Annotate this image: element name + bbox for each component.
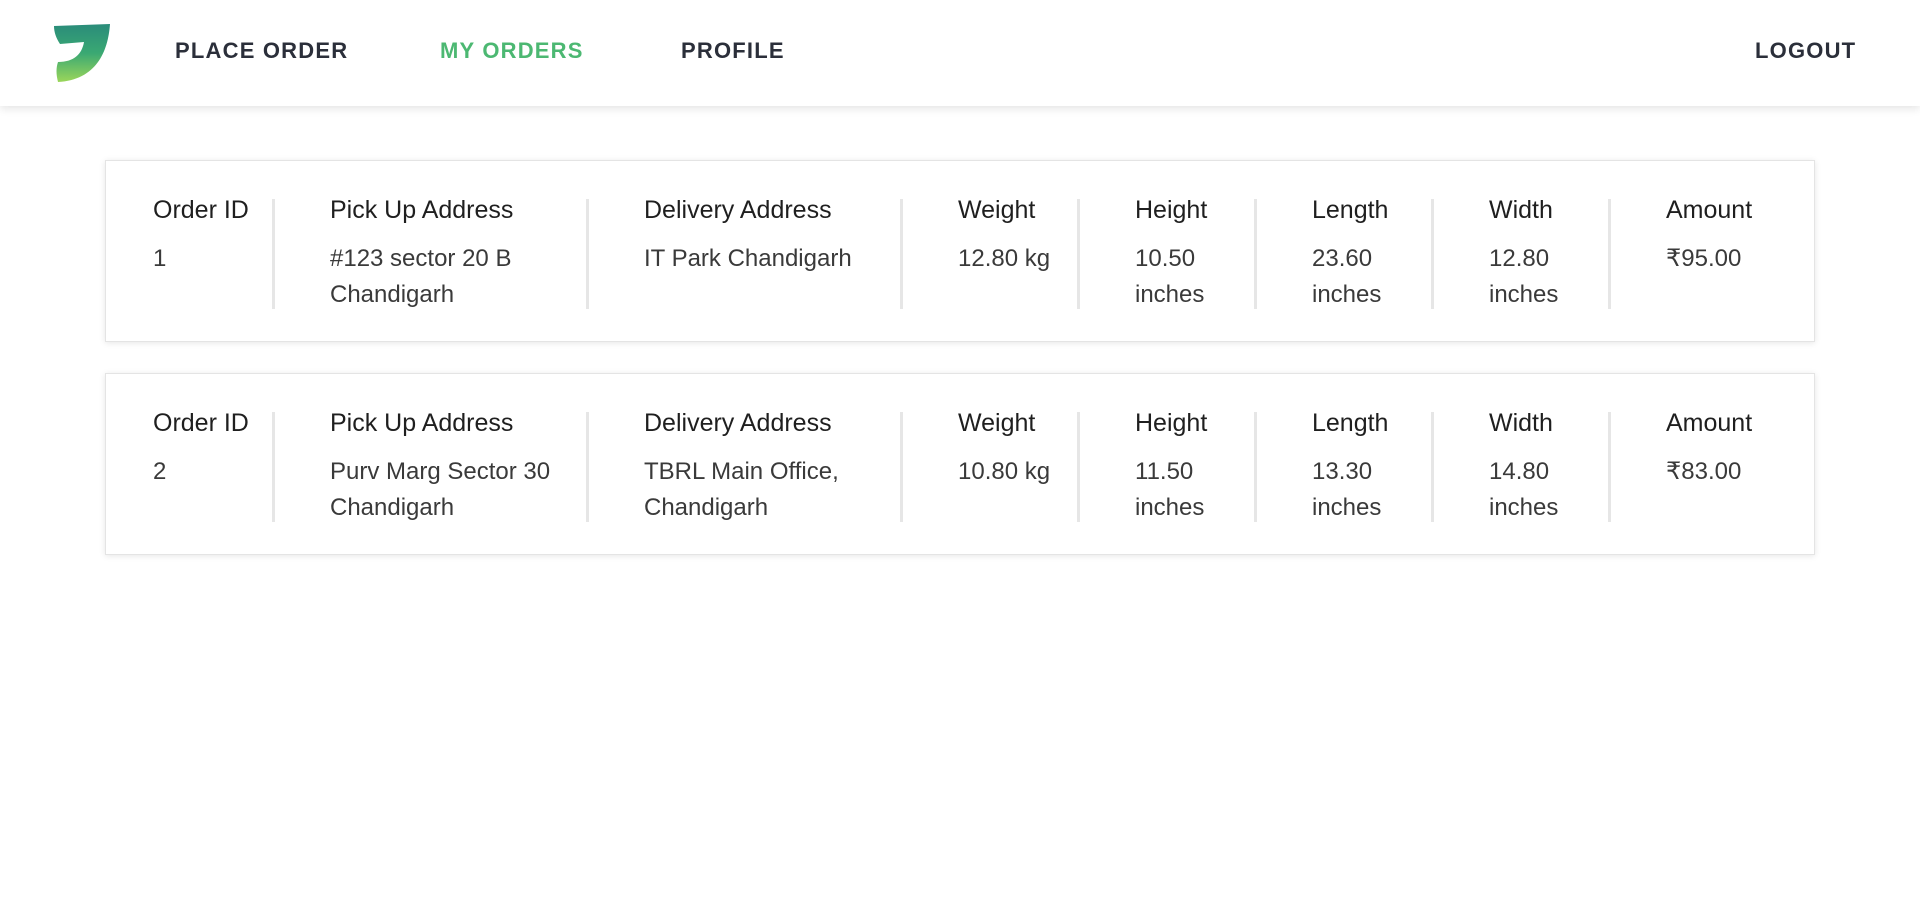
brand-logo-icon[interactable] <box>52 22 112 84</box>
height-value: 11.50 inches <box>1135 458 1205 521</box>
order-id-value: 1 <box>153 245 167 272</box>
height-header: Height <box>1135 409 1208 437</box>
nav-place-order[interactable]: PLACE ORDER <box>175 38 348 64</box>
column-divider <box>1608 412 1611 522</box>
weight-header: Weight <box>958 196 1036 224</box>
pickup-header: Pick Up Address <box>330 409 514 437</box>
column-divider <box>1431 412 1434 522</box>
delivery-header: Delivery Address <box>644 409 832 437</box>
height-column: Height 10.50 inches <box>1135 193 1255 313</box>
top-navbar: PLACE ORDER MY ORDERS PROFILE LOGOUT <box>0 0 1920 106</box>
order-card: Order ID 1 Pick Up Address #123 sector 2… <box>105 160 1815 342</box>
delivery-column: Delivery Address IT Park Chandigarh <box>644 193 894 277</box>
column-divider <box>1254 412 1257 522</box>
delivery-column: Delivery Address TBRL Main Office, Chand… <box>644 406 894 526</box>
column-divider <box>1077 412 1080 522</box>
width-header: Width <box>1489 409 1553 437</box>
delivery-value: IT Park Chandigarh <box>644 245 852 272</box>
length-value: 23.60 inches <box>1312 245 1382 308</box>
amount-column: Amount ₹95.00 <box>1666 193 1796 277</box>
column-divider <box>272 412 275 522</box>
length-header: Length <box>1312 409 1389 437</box>
height-column: Height 11.50 inches <box>1135 406 1255 526</box>
width-value: 12.80 inches <box>1489 245 1559 308</box>
pickup-column: Pick Up Address #123 sector 20 B Chandig… <box>330 193 580 313</box>
nav-profile[interactable]: PROFILE <box>681 38 785 64</box>
column-divider <box>900 199 903 309</box>
height-value: 10.50 inches <box>1135 245 1205 308</box>
delivery-header: Delivery Address <box>644 196 832 224</box>
order-id-header: Order ID <box>153 196 249 224</box>
order-id-column: Order ID 2 <box>153 406 263 490</box>
amount-value: ₹95.00 <box>1666 245 1742 272</box>
column-divider <box>900 412 903 522</box>
column-divider <box>272 199 275 309</box>
length-value: 13.30 inches <box>1312 458 1382 521</box>
amount-header: Amount <box>1666 196 1753 224</box>
column-divider <box>586 199 589 309</box>
delivery-value: TBRL Main Office, Chandigarh <box>644 458 839 521</box>
nav-my-orders[interactable]: MY ORDERS <box>440 38 584 64</box>
column-divider <box>586 412 589 522</box>
pickup-value: #123 sector 20 B Chandigarh <box>330 245 512 308</box>
width-header: Width <box>1489 196 1553 224</box>
order-id-value: 2 <box>153 458 167 485</box>
weight-column: Weight 12.80 kg <box>958 193 1088 277</box>
length-column: Length 13.30 inches <box>1312 406 1432 526</box>
width-column: Width 12.80 inches <box>1489 193 1609 313</box>
pickup-value: Purv Marg Sector 30 Chandigarh <box>330 458 551 521</box>
length-column: Length 23.60 inches <box>1312 193 1432 313</box>
length-header: Length <box>1312 196 1389 224</box>
weight-column: Weight 10.80 kg <box>958 406 1088 490</box>
pickup-column: Pick Up Address Purv Marg Sector 30 Chan… <box>330 406 580 526</box>
height-header: Height <box>1135 196 1208 224</box>
order-id-header: Order ID <box>153 409 249 437</box>
column-divider <box>1077 199 1080 309</box>
amount-column: Amount ₹83.00 <box>1666 406 1796 490</box>
width-column: Width 14.80 inches <box>1489 406 1609 526</box>
weight-header: Weight <box>958 409 1036 437</box>
weight-value: 10.80 kg <box>958 458 1051 485</box>
order-id-column: Order ID 1 <box>153 193 263 277</box>
column-divider <box>1608 199 1611 309</box>
column-divider <box>1431 199 1434 309</box>
amount-value: ₹83.00 <box>1666 458 1742 485</box>
order-card: Order ID 2 Pick Up Address Purv Marg Sec… <box>105 373 1815 555</box>
width-value: 14.80 inches <box>1489 458 1559 521</box>
weight-value: 12.80 kg <box>958 245 1051 272</box>
amount-header: Amount <box>1666 409 1753 437</box>
column-divider <box>1254 199 1257 309</box>
logout-button[interactable]: LOGOUT <box>1755 38 1856 64</box>
pickup-header: Pick Up Address <box>330 196 514 224</box>
